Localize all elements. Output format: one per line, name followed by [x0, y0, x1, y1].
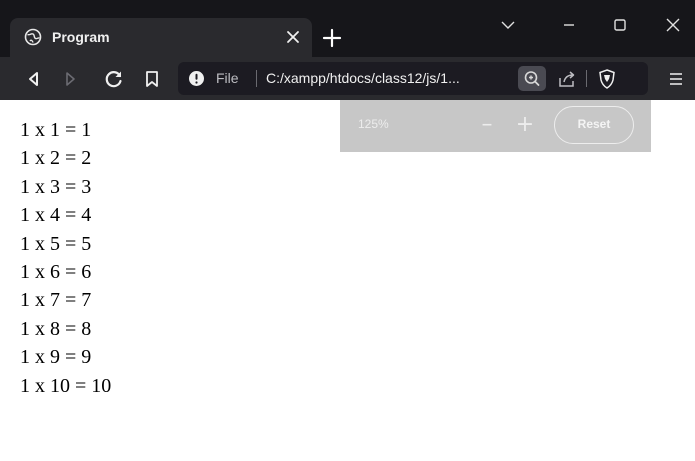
tab-list-chevron-down-icon[interactable]	[495, 12, 521, 38]
tab-title: Program	[52, 29, 110, 45]
table-line: 1 x 6 = 6	[20, 261, 92, 284]
table-line: 1 x 7 = 7	[20, 289, 92, 312]
table-line: 1 x 1 = 1	[20, 119, 92, 141]
minimize-icon[interactable]	[556, 12, 582, 38]
bookmark-icon[interactable]	[140, 67, 164, 91]
multiplication-table: 1 x 1 = 1 1 x 2 = 2 1 x 3 = 3 1 x 4 = 4 …	[20, 116, 111, 400]
zoom-out-minus-icon[interactable]: –	[476, 112, 498, 138]
new-tab-plus-icon[interactable]	[320, 26, 344, 50]
table-line: 1 x 9 = 9	[20, 346, 92, 369]
share-icon[interactable]	[556, 68, 578, 90]
table-line: 1 x 3 = 3	[20, 175, 92, 198]
table-line: 1 x 4 = 4	[20, 204, 92, 227]
zoom-indicator-button[interactable]	[518, 66, 546, 91]
info-icon[interactable]	[188, 70, 205, 87]
menu-hamburger-icon[interactable]	[664, 67, 688, 91]
reload-icon[interactable]	[102, 67, 126, 91]
close-window-icon[interactable]	[660, 12, 686, 38]
brave-shields-icon[interactable]	[596, 68, 618, 90]
back-icon[interactable]	[22, 67, 46, 91]
tab-program[interactable]: Program	[10, 18, 312, 57]
url-scheme-label: File	[216, 70, 239, 86]
zoom-in-plus-icon[interactable]: +	[514, 112, 536, 138]
url-divider	[256, 70, 257, 87]
maximize-icon[interactable]	[607, 12, 633, 38]
tab-close-icon[interactable]	[282, 26, 304, 48]
forward-icon[interactable]	[58, 67, 82, 91]
tab-strip: Program	[0, 0, 695, 57]
page-content: 1 x 1 = 1 1 x 2 = 2 1 x 3 = 3 1 x 4 = 4 …	[0, 100, 695, 461]
table-line: 1 x 2 = 2	[20, 147, 92, 170]
zoom-reset-button[interactable]: Reset	[554, 106, 634, 144]
table-line: 1 x 5 = 5	[20, 232, 92, 255]
url-text[interactable]: C:/xampp/htdocs/class12/js/1...	[266, 69, 506, 88]
navigation-toolbar: File C:/xampp/htdocs/class12/js/1...	[0, 57, 695, 100]
globe-icon	[24, 28, 42, 46]
zoom-level: 125%	[358, 117, 389, 131]
url-divider-2	[586, 70, 587, 87]
table-line: 1 x 8 = 8	[20, 317, 92, 340]
zoom-popup: 125% – + Reset	[340, 100, 651, 152]
table-line: 1 x 10 = 10	[20, 374, 112, 397]
address-bar[interactable]: File C:/xampp/htdocs/class12/js/1...	[178, 62, 648, 95]
